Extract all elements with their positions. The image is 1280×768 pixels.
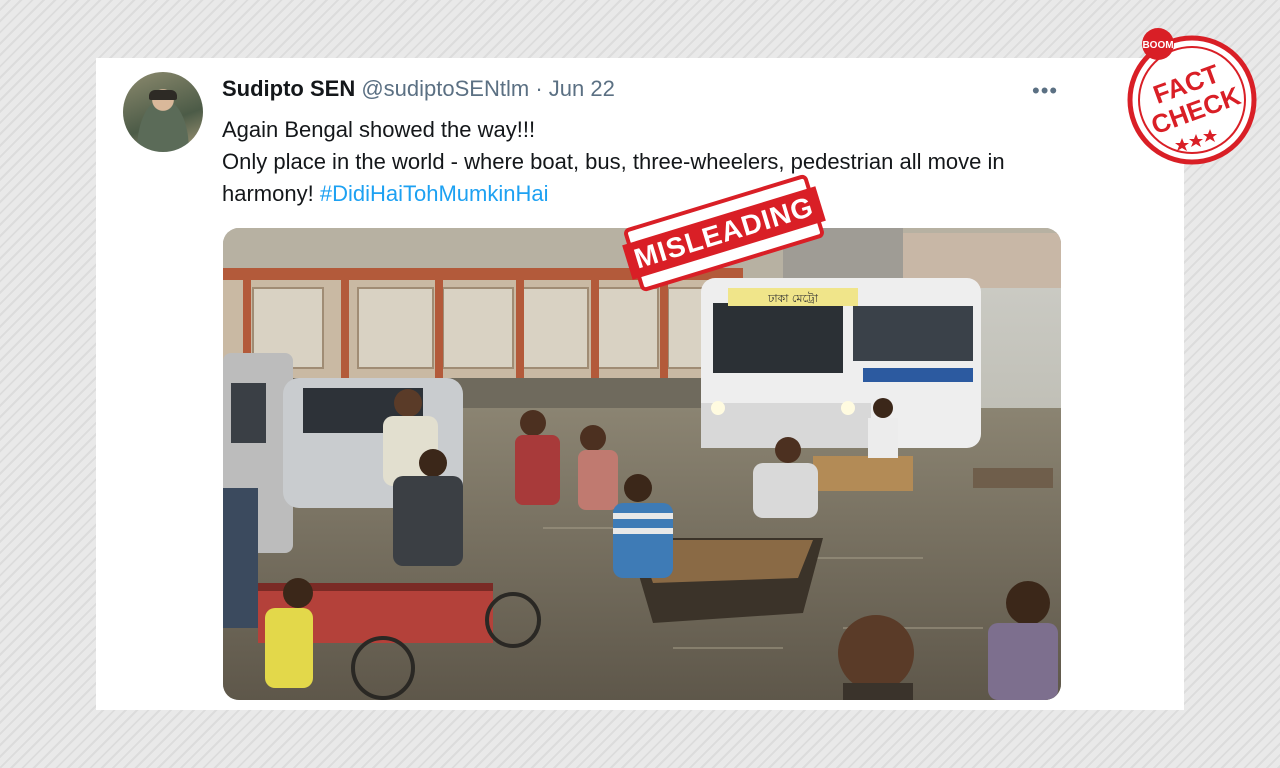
more-options-icon[interactable]: ••• xyxy=(1032,78,1058,104)
flooded-street-photo: ঢাকা মেট্রো xyxy=(223,228,1061,700)
hashtag-link[interactable]: #DidiHaiTohMumkinHai xyxy=(320,181,549,206)
author-handle[interactable]: @sudiptoSENtlm xyxy=(361,76,529,101)
tweet-date[interactable]: Jun 22 xyxy=(549,76,615,101)
bus-sign: ঢাকা মেট্রো xyxy=(767,292,819,305)
fact-check-stamp: BOOM FACT CHECK xyxy=(1127,28,1257,165)
tweet-header: Sudipto SEN @sudiptoSENtlm · Jun 22 xyxy=(222,76,615,102)
tweet-media-photo[interactable]: ঢাকা মেট্রো xyxy=(223,228,1061,700)
tweet-line-2: Only place in the world - where boat, bu… xyxy=(222,146,1042,210)
avatar[interactable] xyxy=(123,72,203,152)
factcheck-brand: BOOM xyxy=(1142,40,1173,51)
author-name[interactable]: Sudipto SEN xyxy=(222,76,355,101)
tweet-text: Again Bengal showed the way!!! Only plac… xyxy=(222,114,1042,210)
separator-dot: · xyxy=(535,76,543,101)
tweet-line-1: Again Bengal showed the way!!! xyxy=(222,117,536,142)
